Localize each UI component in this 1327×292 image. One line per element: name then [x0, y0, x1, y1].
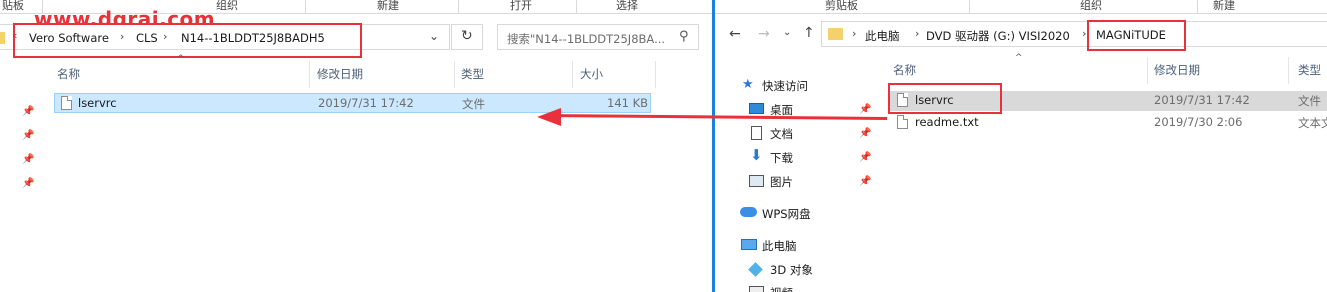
- right-file-row-readme[interactable]: readme.txt 2019/7/30 2:06 文本文: [888, 113, 1327, 133]
- ribbon-organize-label: 组织: [1080, 0, 1102, 12]
- column-header-type[interactable]: 类型: [1298, 62, 1321, 78]
- sort-up-icon: ^: [177, 54, 185, 64]
- pin-icon[interactable]: 📌: [859, 176, 871, 187]
- nav-item-3d-objects[interactable]: 3D 对象: [770, 262, 813, 278]
- cube-icon: [748, 262, 763, 277]
- nav-item-downloads[interactable]: 下载: [770, 150, 793, 166]
- breadcrumb-this-pc[interactable]: 此电脑: [865, 28, 900, 44]
- up-button[interactable]: ↑: [803, 25, 815, 41]
- folder-icon: [0, 32, 5, 44]
- star-icon: ★: [742, 77, 754, 92]
- ribbon-divider: [305, 0, 306, 13]
- text-file-icon: [897, 115, 908, 129]
- file-name: lservrc: [78, 96, 117, 110]
- column-divider: [309, 61, 310, 88]
- annotation-box-left-path: [13, 23, 362, 58]
- back-button[interactable]: ←: [729, 26, 741, 42]
- pin-icon[interactable]: 📌: [22, 130, 34, 141]
- search-icon[interactable]: ⚲: [679, 29, 689, 44]
- cloud-icon: [740, 207, 757, 217]
- computer-icon: [741, 239, 757, 250]
- ribbon-divider: [1197, 0, 1198, 13]
- chevron-right-icon: ›: [915, 27, 920, 40]
- column-header-size[interactable]: 大小: [580, 66, 603, 82]
- search-placeholder: 搜索"N14--1BLDDT25J8BA...: [507, 32, 666, 46]
- folder-icon: [828, 28, 843, 40]
- nav-item-pictures[interactable]: 图片: [770, 174, 793, 190]
- file-type: 文件: [1298, 94, 1321, 108]
- column-header-name[interactable]: 名称: [893, 62, 916, 78]
- ribbon-divider: [576, 0, 577, 13]
- pin-icon[interactable]: 📌: [22, 106, 34, 117]
- nav-item-quick-access[interactable]: 快速访问: [762, 78, 808, 94]
- file-type: 文本文: [1298, 116, 1327, 130]
- ribbon-clipboard-label: 贴板: [2, 0, 24, 12]
- nav-item-wps-cloud[interactable]: WPS网盘: [762, 206, 811, 222]
- chevron-right-icon: ›: [1082, 27, 1087, 40]
- pin-icon[interactable]: 📌: [22, 154, 34, 165]
- video-icon: [749, 286, 764, 292]
- column-divider: [454, 61, 455, 88]
- picture-icon: [749, 175, 764, 187]
- history-dropdown-icon[interactable]: ⌄: [783, 27, 791, 38]
- nav-item-this-pc[interactable]: 此电脑: [762, 238, 797, 254]
- file-type: 文件: [462, 97, 485, 111]
- annotation-box-magnitude: [1087, 20, 1186, 51]
- pin-icon[interactable]: 📌: [22, 178, 34, 189]
- ribbon-divider: [969, 0, 970, 13]
- ribbon-organize-label: 组织: [216, 0, 238, 12]
- ribbon-open-label: 打开: [510, 0, 532, 12]
- breadcrumb-dvd-drive[interactable]: DVD 驱动器 (G:) VISI2020: [926, 28, 1070, 44]
- chevron-right-icon: ›: [852, 27, 857, 40]
- left-search-box[interactable]: 搜索"N14--1BLDDT25J8BA... ⚲: [497, 24, 699, 50]
- column-divider: [1288, 57, 1289, 84]
- ribbon-new-label: 新建: [377, 0, 399, 12]
- column-divider: [572, 61, 573, 88]
- refresh-icon: ↻: [461, 28, 473, 44]
- annotation-box-right-file: [888, 83, 1002, 114]
- left-column-header: ^ 名称 修改日期 类型 大小: [54, 54, 656, 88]
- file-name: readme.txt: [915, 115, 979, 129]
- annotation-arrow: [537, 108, 888, 126]
- file-date: 2019/7/30 2:06: [1154, 115, 1243, 129]
- file-date: 2019/7/31 17:42: [1154, 93, 1250, 107]
- column-header-date[interactable]: 修改日期: [1154, 62, 1200, 78]
- column-header-type[interactable]: 类型: [461, 66, 484, 82]
- ribbon-select-label: 选择: [616, 0, 638, 12]
- ribbon-divider: [458, 0, 459, 13]
- column-divider: [655, 61, 656, 88]
- chevron-down-icon[interactable]: ⌄: [429, 29, 439, 43]
- right-column-header: ^ 名称 修改日期 类型: [888, 53, 1327, 84]
- ribbon-new-label: 新建: [1213, 0, 1235, 12]
- nav-item-videos[interactable]: 视频: [770, 285, 793, 292]
- pin-icon[interactable]: 📌: [859, 152, 871, 163]
- file-icon: [61, 96, 72, 110]
- sort-up-icon: ^: [1015, 53, 1023, 63]
- file-date: 2019/7/31 17:42: [318, 96, 414, 110]
- download-icon: ⬇: [750, 146, 763, 164]
- column-header-date[interactable]: 修改日期: [317, 66, 363, 82]
- column-header-name[interactable]: 名称: [57, 66, 80, 82]
- right-ribbon: 剪贴板 组织 新建: [715, 0, 1327, 14]
- refresh-button[interactable]: ↻: [451, 24, 483, 50]
- column-divider: [1147, 57, 1148, 84]
- forward-button[interactable]: →: [758, 26, 770, 42]
- right-address-bar[interactable]: › 此电脑 › DVD 驱动器 (G:) VISI2020 › MAGNiTUD…: [821, 21, 1327, 47]
- ribbon-clipboard-label: 剪贴板: [825, 0, 858, 12]
